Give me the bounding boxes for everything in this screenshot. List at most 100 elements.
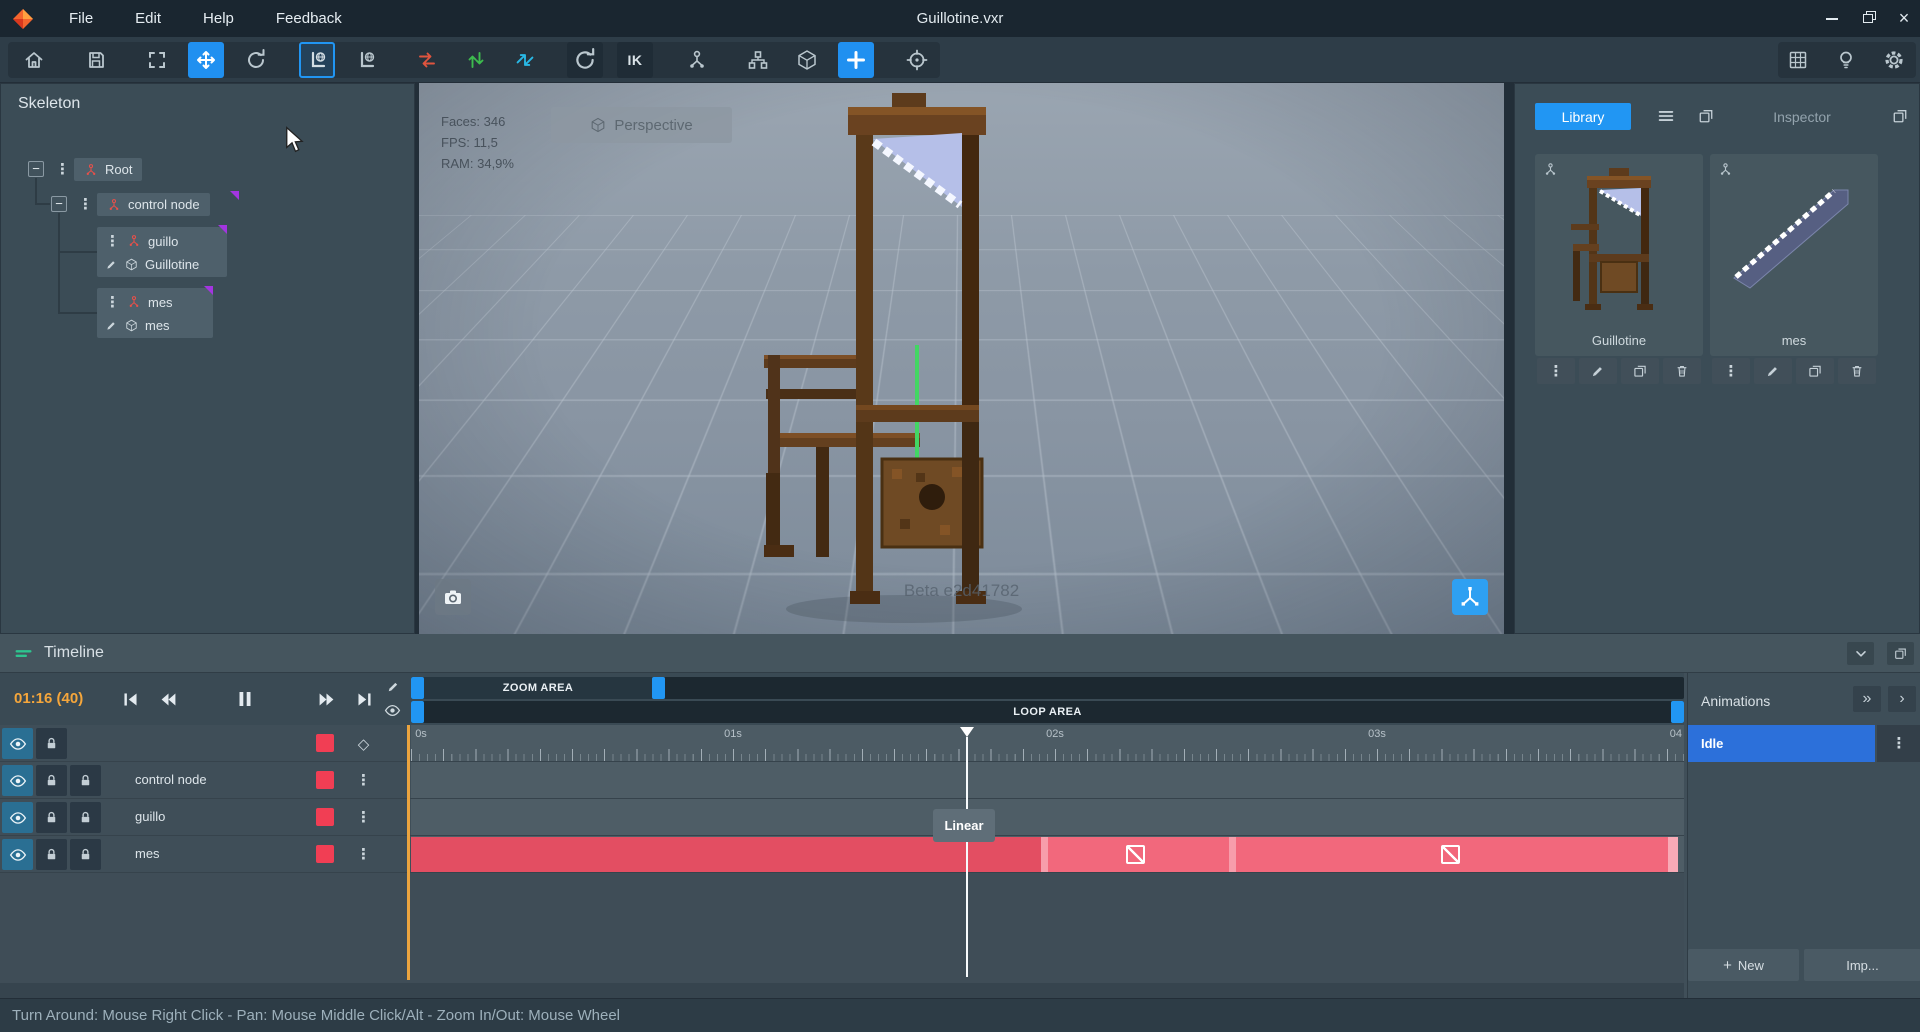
pencil-icon[interactable] [105, 258, 118, 271]
fast-forward-button[interactable] [311, 684, 341, 714]
camera-mode-dropdown[interactable]: Perspective [551, 107, 732, 143]
guillo-lock2-button[interactable] [70, 802, 101, 833]
track-row-guillo[interactable]: guillo ⋮ [0, 799, 1684, 836]
track-menu-button[interactable]: ⋮ [348, 765, 379, 796]
target-button[interactable] [899, 42, 935, 78]
track-row-master[interactable]: ◇ 0s 01s 02s 03s 04 [0, 725, 1684, 762]
timeline-empty-area[interactable] [0, 873, 1684, 983]
skip-start-button[interactable] [115, 684, 145, 714]
pause-button[interactable] [230, 684, 260, 714]
root-menu-icon[interactable]: ⋮ [55, 162, 70, 177]
timeline-popout-button[interactable] [1887, 642, 1914, 665]
loop-area-bar[interactable]: LOOP AREA [411, 701, 1684, 723]
track-menu-button[interactable]: ⋮ [348, 802, 379, 833]
pencil-icon[interactable] [386, 679, 401, 694]
rotation-mode-button[interactable] [567, 42, 603, 78]
mes-keyframe-bar[interactable] [411, 837, 1678, 872]
tree-node-root[interactable]: Root [74, 158, 143, 181]
menu-edit[interactable]: Edit [114, 0, 182, 37]
mirror-z-button[interactable] [507, 42, 543, 78]
control-node-visibility-button[interactable] [2, 765, 33, 796]
pivot-global-button[interactable] [348, 42, 384, 78]
home-button[interactable] [16, 42, 52, 78]
hierarchy-button[interactable] [740, 42, 776, 78]
panel-popout-button[interactable] [1887, 103, 1913, 129]
mes-lock-button[interactable] [36, 839, 67, 870]
menu-feedback[interactable]: Feedback [255, 0, 363, 37]
mes-visibility-button[interactable] [2, 839, 33, 870]
track-lane-guillo[interactable] [411, 799, 1684, 835]
menu-file[interactable]: File [48, 0, 114, 37]
interpolation-marker[interactable] [1441, 845, 1460, 864]
animations-prev-button[interactable]: » [1853, 686, 1881, 712]
animations-next-button[interactable]: › [1888, 686, 1916, 712]
guillotine-delete-button[interactable] [1663, 358, 1701, 384]
skip-end-button[interactable] [349, 684, 379, 714]
maximize-button[interactable] [1850, 0, 1886, 37]
tree-node-guillo-group[interactable]: ⋮ guillo Guillotine [97, 227, 227, 277]
tree-node-mes-group[interactable]: ⋮ mes mes [97, 288, 213, 338]
control-node-menu-icon[interactable]: ⋮ [78, 197, 93, 212]
menu-help[interactable]: Help [182, 0, 255, 37]
expand-button[interactable] [139, 42, 175, 78]
cube-mode-button[interactable] [789, 42, 825, 78]
tab-inspector[interactable]: Inspector [1752, 103, 1852, 130]
loop-handle-right[interactable] [1671, 701, 1684, 723]
tree-node-guillo[interactable]: ⋮ guillo [105, 230, 178, 252]
minimize-button[interactable] [1814, 0, 1850, 37]
rewind-button[interactable] [153, 684, 183, 714]
keyframe-segment[interactable] [411, 837, 1041, 872]
mirror-x-button[interactable] [409, 42, 445, 78]
mes-delete-button[interactable] [1838, 358, 1876, 384]
mirror-y-button[interactable] [458, 42, 494, 78]
move-tool-button[interactable] [188, 42, 224, 78]
library-item-mes[interactable]: mes [1710, 154, 1878, 356]
animation-item-menu-button[interactable]: ⋮ [1877, 725, 1920, 762]
tab-library[interactable]: Library [1535, 103, 1631, 130]
translate-gizmo-button[interactable] [838, 42, 874, 78]
animation-item-idle[interactable]: Idle [1688, 725, 1875, 762]
tree-node-control[interactable]: control node [97, 193, 210, 216]
new-animation-button[interactable]: + New [1688, 949, 1799, 981]
track-color-chip[interactable] [316, 771, 334, 789]
axis-gizmo-button[interactable] [1452, 579, 1488, 615]
control-node-lock-button[interactable] [36, 765, 67, 796]
zoom-area-bar[interactable]: ZOOM AREA [411, 677, 1684, 699]
tree-node-mes-mesh[interactable]: mes [105, 314, 170, 336]
timeline-collapse-button[interactable] [1847, 642, 1874, 665]
track-color-chip[interactable] [316, 845, 334, 863]
grid-settings-button[interactable] [1780, 42, 1816, 78]
pivot-local-button[interactable] [299, 42, 335, 78]
reset-rotation-button[interactable] [238, 42, 274, 78]
mes-edit-button[interactable] [1754, 358, 1792, 384]
guillo-visibility-button[interactable] [2, 802, 33, 833]
settings-button[interactable] [1876, 42, 1912, 78]
mes-menu-button[interactable]: ⋮ [1712, 358, 1750, 384]
timeline-ruler[interactable]: 0s 01s 02s 03s 04 [411, 725, 1684, 761]
zoom-handle-left[interactable] [411, 677, 424, 699]
playhead-handle[interactable] [960, 727, 974, 737]
library-item-guillotine[interactable]: Guillotine [1535, 154, 1703, 356]
keyframe-end-cap[interactable] [1668, 837, 1678, 872]
master-color-chip[interactable] [316, 734, 334, 752]
keyframe-separator[interactable] [1229, 837, 1236, 872]
mes-menu-icon[interactable]: ⋮ [105, 294, 120, 310]
master-keyframe-button[interactable]: ◇ [348, 728, 379, 759]
track-row-control-node[interactable]: control node ⋮ [0, 762, 1684, 799]
control-node-collapse-toggle[interactable]: − [51, 196, 67, 212]
timeline-scrollbar[interactable] [0, 983, 1684, 998]
close-button[interactable]: × [1886, 0, 1920, 37]
guillo-menu-icon[interactable]: ⋮ [105, 233, 120, 249]
eye-icon[interactable] [384, 702, 401, 719]
mes-duplicate-button[interactable] [1796, 358, 1834, 384]
lighting-button[interactable] [1828, 42, 1864, 78]
loop-handle-left[interactable] [411, 701, 424, 723]
loop-start-marker[interactable] [407, 725, 410, 980]
ik-mode-button[interactable]: IK [617, 42, 653, 78]
master-visibility-button[interactable] [2, 728, 33, 759]
track-lane-control-node[interactable] [411, 762, 1684, 798]
save-button[interactable] [78, 42, 114, 78]
library-popout-button[interactable] [1693, 103, 1719, 129]
control-node-lock2-button[interactable] [70, 765, 101, 796]
bone-tool-button[interactable] [679, 42, 715, 78]
